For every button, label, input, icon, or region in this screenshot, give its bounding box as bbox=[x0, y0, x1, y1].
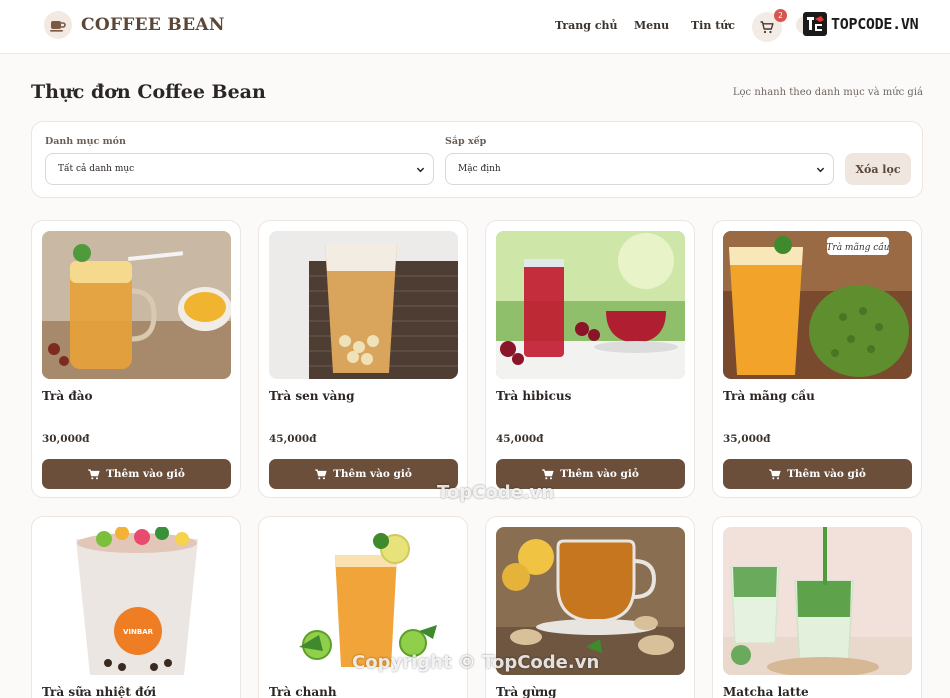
filter-panel: Danh mục món Tất cả danh mục Sắp xếp Mặc… bbox=[31, 121, 923, 198]
page-hint: Lọc nhanh theo danh mục và mức giá bbox=[732, 87, 923, 98]
chevron-down-icon bbox=[416, 167, 425, 173]
product-card: Trà sen vàng 45,000đ Thêm vào giỏ bbox=[258, 220, 468, 498]
product-name[interactable]: Trà hibicus bbox=[496, 389, 571, 403]
product-price: 30,000đ bbox=[42, 433, 90, 445]
product-image[interactable] bbox=[269, 231, 458, 379]
product-card: Trà gừng bbox=[485, 516, 695, 698]
coffee-cup-icon bbox=[44, 11, 72, 39]
product-image[interactable] bbox=[723, 527, 912, 675]
add-to-cart-label: Thêm vào giỏ bbox=[787, 468, 866, 480]
product-image[interactable]: VINBAR bbox=[42, 527, 231, 675]
add-to-cart-button[interactable]: Thêm vào giỏ bbox=[723, 459, 912, 489]
chevron-down-icon bbox=[816, 167, 825, 173]
topcode-wordmark: TOPCODE.VN bbox=[831, 15, 919, 33]
topcode-shield-icon bbox=[803, 12, 827, 36]
category-select-value: Tất cả danh mục bbox=[58, 164, 135, 174]
brand-name: COFFEE BEAN bbox=[81, 15, 225, 35]
product-card: Matcha latte bbox=[712, 516, 922, 698]
clear-filter-button[interactable]: Xóa lọc bbox=[845, 153, 911, 185]
nav-menu[interactable]: Menu bbox=[634, 19, 669, 32]
add-to-cart-button[interactable]: Thêm vào giỏ bbox=[496, 459, 685, 489]
site-header: COFFEE BEAN Trang chủ Menu Tin tức 2 TOP… bbox=[0, 0, 950, 54]
product-card: Trà hibicus 45,000đ Thêm vào giỏ bbox=[485, 220, 695, 498]
product-name[interactable]: Trà mãng cầu bbox=[723, 389, 815, 403]
category-filter-label: Danh mục món bbox=[45, 136, 126, 147]
product-price: 45,000đ bbox=[269, 433, 317, 445]
add-to-cart-button[interactable]: Thêm vào giỏ bbox=[42, 459, 231, 489]
cart-icon bbox=[760, 20, 774, 33]
product-card: Trà mãng cầu Trà mãng cầu 35,000đ Thêm v… bbox=[712, 220, 922, 498]
page-title: Thực đơn Coffee Bean bbox=[31, 81, 266, 103]
product-card: VINBAR Trà sữa nhiệt đới bbox=[31, 516, 241, 698]
add-to-cart-label: Thêm vào giỏ bbox=[106, 468, 185, 480]
cart-icon bbox=[769, 468, 781, 479]
cart-icon bbox=[315, 468, 327, 479]
product-card: Trà chanh bbox=[258, 516, 468, 698]
product-price: 45,000đ bbox=[496, 433, 544, 445]
product-image-tag: VINBAR bbox=[123, 628, 154, 636]
category-select[interactable]: Tất cả danh mục bbox=[45, 153, 434, 185]
brand-logo[interactable]: COFFEE BEAN bbox=[44, 11, 225, 39]
product-image[interactable] bbox=[42, 231, 231, 379]
product-name[interactable]: Trà sữa nhiệt đới bbox=[42, 685, 156, 698]
sort-select[interactable]: Mặc định bbox=[445, 153, 834, 185]
topcode-watermark-logo: TOPCODE.VN bbox=[802, 11, 919, 37]
sort-filter-label: Sắp xếp bbox=[445, 136, 487, 147]
product-price: 35,000đ bbox=[723, 433, 771, 445]
cart-icon bbox=[542, 468, 554, 479]
product-name[interactable]: Trà gừng bbox=[496, 685, 557, 698]
product-image[interactable] bbox=[496, 527, 685, 675]
add-to-cart-label: Thêm vào giỏ bbox=[560, 468, 639, 480]
product-name[interactable]: Matcha latte bbox=[723, 685, 809, 698]
product-image[interactable] bbox=[269, 527, 458, 675]
product-image[interactable] bbox=[496, 231, 685, 379]
sort-select-value: Mặc định bbox=[458, 164, 501, 174]
cart-icon bbox=[88, 468, 100, 479]
product-name[interactable]: Trà đào bbox=[42, 389, 93, 403]
product-image[interactable]: Trà mãng cầu bbox=[723, 231, 912, 379]
add-to-cart-button[interactable]: Thêm vào giỏ bbox=[269, 459, 458, 489]
nav-home[interactable]: Trang chủ bbox=[555, 19, 618, 32]
product-name[interactable]: Trà sen vàng bbox=[269, 389, 355, 403]
product-name[interactable]: Trà chanh bbox=[269, 685, 337, 698]
nav-news[interactable]: Tin tức bbox=[691, 19, 735, 32]
product-image-tag: Trà mãng cầu bbox=[826, 242, 889, 253]
product-card: Trà đào 30,000đ Thêm vào giỏ bbox=[31, 220, 241, 498]
cart-count-badge: 2 bbox=[774, 9, 787, 22]
add-to-cart-label: Thêm vào giỏ bbox=[333, 468, 412, 480]
